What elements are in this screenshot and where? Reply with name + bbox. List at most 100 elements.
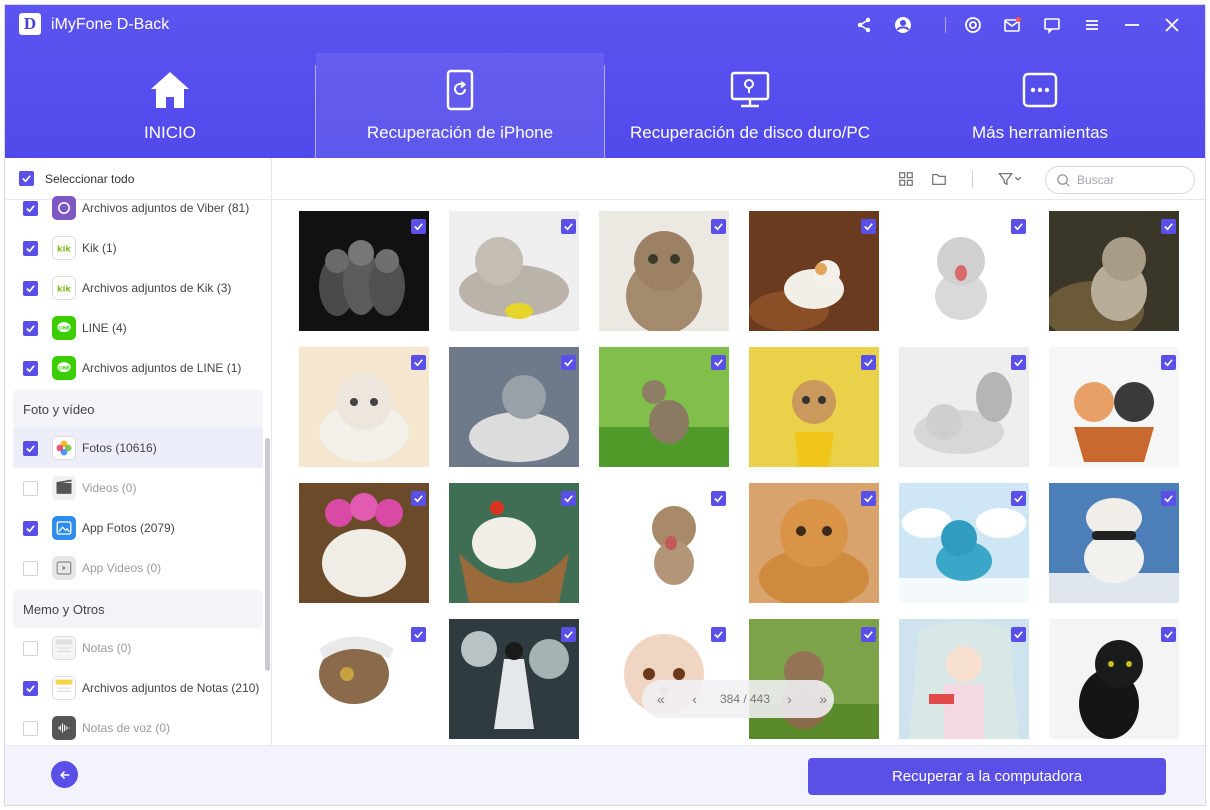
checkbox[interactable] <box>23 320 38 336</box>
tab-iphone-recovery[interactable]: Recuperación de iPhone <box>316 53 604 158</box>
photo-checkbox[interactable] <box>861 491 876 506</box>
checkbox[interactable] <box>23 480 38 496</box>
folder-view-icon[interactable] <box>930 170 948 188</box>
sidebar-item-line[interactable]: LINE LINE (4) <box>13 308 263 348</box>
photo-thumbnail[interactable] <box>299 347 429 467</box>
photo-thumbnail[interactable] <box>749 211 879 331</box>
photo-thumbnail[interactable] <box>899 211 1029 331</box>
search-box[interactable] <box>1045 166 1195 194</box>
photo-checkbox[interactable] <box>561 491 576 506</box>
grid-view-icon[interactable] <box>897 170 915 188</box>
checkbox[interactable] <box>23 280 38 296</box>
photo-checkbox[interactable] <box>1011 355 1026 370</box>
photo-thumbnail[interactable] <box>449 347 579 467</box>
photo-thumbnail[interactable] <box>899 347 1029 467</box>
photo-thumbnail[interactable] <box>599 347 729 467</box>
sidebar-item-notes[interactable]: Notas (0) <box>13 628 263 668</box>
back-button[interactable] <box>51 761 78 788</box>
photo-checkbox[interactable] <box>1161 491 1176 506</box>
menu-icon[interactable] <box>1081 14 1103 36</box>
photo-checkbox[interactable] <box>711 219 726 234</box>
photo-checkbox[interactable] <box>411 627 426 642</box>
photo-thumbnail[interactable] <box>299 211 429 331</box>
last-page-button[interactable]: » <box>812 691 834 707</box>
checkbox[interactable] <box>23 440 38 456</box>
photo-thumbnail[interactable] <box>299 619 429 739</box>
photo-thumbnail[interactable] <box>1049 347 1179 467</box>
tab-pc-recovery[interactable]: Recuperación de disco duro/PC <box>605 53 895 158</box>
checkbox[interactable] <box>23 520 38 536</box>
search-input[interactable] <box>1077 173 1187 187</box>
search-icon <box>1056 173 1071 188</box>
prev-page-button[interactable]: ‹ <box>684 691 706 707</box>
photo-thumbnail[interactable] <box>899 483 1029 603</box>
checkbox[interactable] <box>23 720 38 736</box>
checkbox[interactable] <box>23 360 38 376</box>
photo-thumbnail[interactable] <box>599 211 729 331</box>
sidebar-item-app-photos[interactable]: App Fotos (2079) <box>13 508 263 548</box>
photo-thumbnail[interactable] <box>599 483 729 603</box>
checkbox[interactable] <box>23 240 38 256</box>
photo-thumbnail[interactable] <box>1049 483 1179 603</box>
photo-checkbox[interactable] <box>411 219 426 234</box>
sidebar-scrollbar[interactable] <box>265 438 270 671</box>
sidebar-item-notes-attachments[interactable]: Archivos adjuntos de Notas (210) <box>13 668 263 708</box>
settings-icon[interactable] <box>962 14 984 36</box>
sidebar-item-photos[interactable]: Fotos (10616) <box>13 428 263 468</box>
photo-checkbox[interactable] <box>1011 491 1026 506</box>
photo-checkbox[interactable] <box>711 491 726 506</box>
minimize-icon[interactable] <box>1121 14 1143 36</box>
sidebar-item-voice-notes[interactable]: Notas de voz (0) <box>13 708 263 745</box>
photo-checkbox[interactable] <box>1161 627 1176 642</box>
photo-checkbox[interactable] <box>411 491 426 506</box>
feedback-icon[interactable] <box>1041 14 1063 36</box>
photo-checkbox[interactable] <box>1011 219 1026 234</box>
photo-checkbox[interactable] <box>711 355 726 370</box>
sidebar-item-videos[interactable]: Videos (0) <box>13 468 263 508</box>
tab-inicio[interactable]: INICIO <box>25 53 315 158</box>
photo-thumbnail[interactable] <box>899 619 1029 739</box>
photo-thumbnail[interactable] <box>599 619 729 739</box>
photo-checkbox[interactable] <box>561 627 576 642</box>
sidebar-item-line-attachments[interactable]: LINE Archivos adjuntos de LINE (1) <box>13 348 263 388</box>
photo-checkbox[interactable] <box>1161 355 1176 370</box>
photo-checkbox[interactable] <box>711 627 726 642</box>
select-all-checkbox[interactable] <box>19 171 34 186</box>
photo-checkbox[interactable] <box>561 355 576 370</box>
notes-icon <box>52 676 76 700</box>
photo-checkbox[interactable] <box>1161 219 1176 234</box>
recover-to-computer-button[interactable]: Recuperar a la computadora <box>808 758 1166 795</box>
tab-more-tools[interactable]: Más herramientas <box>895 53 1185 158</box>
photo-checkbox[interactable] <box>411 355 426 370</box>
checkbox[interactable] <box>23 640 38 656</box>
photo-checkbox[interactable] <box>561 219 576 234</box>
photo-thumbnail[interactable] <box>299 483 429 603</box>
photo-thumbnail[interactable] <box>1049 619 1179 739</box>
checkbox[interactable] <box>23 200 38 216</box>
next-page-button[interactable]: › <box>779 691 801 707</box>
photo-thumbnail[interactable] <box>1049 211 1179 331</box>
photo-checkbox[interactable] <box>861 627 876 642</box>
photo-thumbnail[interactable] <box>449 483 579 603</box>
checkbox[interactable] <box>23 680 38 696</box>
checkbox[interactable] <box>23 560 38 576</box>
photo-thumbnail[interactable] <box>749 483 879 603</box>
sidebar-item-kik[interactable]: kik Kik (1) <box>13 228 263 268</box>
sidebar-item-app-videos[interactable]: App Videos (0) <box>13 548 263 588</box>
sidebar-item-kik-attachments[interactable]: kik Archivos adjuntos de Kik (3) <box>13 268 263 308</box>
photo-checkbox[interactable] <box>1011 627 1026 642</box>
mail-icon[interactable] <box>1001 14 1023 36</box>
line-icon: LINE <box>52 356 76 380</box>
account-icon[interactable] <box>892 14 914 36</box>
photo-thumbnail[interactable] <box>449 619 579 739</box>
first-page-button[interactable]: « <box>650 691 672 707</box>
photo-checkbox[interactable] <box>861 219 876 234</box>
close-icon[interactable] <box>1161 14 1183 36</box>
photo-thumbnail[interactable] <box>749 619 879 739</box>
filter-icon[interactable] <box>996 170 1024 188</box>
photo-thumbnail[interactable] <box>449 211 579 331</box>
sidebar-item-viber-attachments[interactable]: Archivos adjuntos de Viber (81) <box>13 188 263 228</box>
photo-checkbox[interactable] <box>861 355 876 370</box>
share-icon[interactable] <box>853 14 875 36</box>
photo-thumbnail[interactable] <box>749 347 879 467</box>
